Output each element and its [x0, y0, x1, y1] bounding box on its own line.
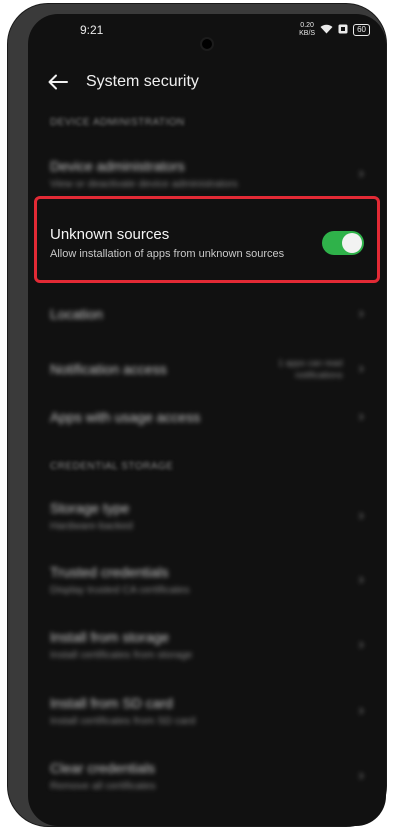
row-subtitle: Hardware-backed — [50, 520, 133, 532]
back-arrow-icon — [48, 74, 68, 90]
usage-access-row[interactable]: Apps with usage access › — [28, 402, 386, 432]
row-label: Storage type — [50, 500, 130, 516]
status-time: 9:21 — [80, 23, 104, 37]
clear-credentials-row[interactable]: Clear credentials Remove all certificate… — [28, 756, 386, 796]
battery-icon: 60 — [353, 24, 370, 36]
row-label: Device administrators — [50, 158, 185, 174]
row-subtitle: Install certificates from SD card — [50, 715, 196, 727]
chevron-right-icon: › — [358, 360, 364, 377]
chevron-right-icon: › — [358, 408, 364, 425]
row-label: Notification access — [50, 361, 167, 377]
notification-access-row[interactable]: Notification access 1 apps can read noti… — [28, 349, 386, 389]
phone-frame: 9:21 0.20 KB/S 60 System security DEVICE… — [8, 4, 386, 826]
row-label: Apps with usage access — [50, 409, 201, 425]
storage-type-row[interactable]: Storage type Hardware-backed › — [28, 496, 386, 536]
trusted-credentials-row[interactable]: Trusted credentials Display trusted CA c… — [28, 560, 386, 600]
row-subtitle: Install certificates from storage — [50, 649, 193, 661]
back-button[interactable] — [44, 68, 72, 96]
row-label: Install from SD card — [50, 695, 173, 711]
install-from-storage-row[interactable]: Install from storage Install certificate… — [28, 625, 386, 665]
chevron-right-icon: › — [358, 305, 364, 322]
row-subtitle: Remove all certificates — [50, 780, 156, 792]
chevron-right-icon: › — [358, 571, 364, 588]
chevron-right-icon: › — [358, 636, 364, 653]
value-line-1: 1 apps can read — [278, 358, 343, 368]
net-speed: 0.20 KB/S — [299, 22, 315, 38]
page-title: System security — [86, 73, 199, 90]
app-bar: System security — [28, 66, 386, 98]
chevron-right-icon: › — [358, 165, 364, 182]
net-speed-unit: KB/S — [299, 30, 316, 37]
chevron-right-icon: › — [358, 767, 364, 784]
screen: 9:21 0.20 KB/S 60 System security DEVICE… — [28, 14, 386, 826]
row-label: Install from storage — [50, 629, 170, 645]
row-label: Location — [50, 306, 103, 322]
front-camera — [202, 39, 212, 49]
status-icons: 0.20 KB/S 60 — [299, 22, 370, 38]
notification-square-icon — [338, 24, 348, 36]
wifi-icon — [320, 24, 333, 36]
chevron-right-icon: › — [358, 507, 364, 524]
row-subtitle: View or deactivate device administrators — [50, 178, 238, 190]
row-label: Clear credentials — [50, 760, 156, 776]
row-subtitle: Display trusted CA certificates — [50, 584, 190, 596]
chevron-right-icon: › — [358, 702, 364, 719]
section-header-credentials: CREDENTIAL STORAGE — [50, 461, 174, 472]
row-label: Trusted credentials — [50, 564, 169, 580]
value-line-2: notifications — [295, 370, 343, 380]
notification-access-value: 1 apps can read notifications — [278, 357, 343, 381]
location-row[interactable]: Location › — [28, 299, 386, 329]
highlight-box — [34, 196, 380, 283]
device-administrators-row[interactable]: Device administrators View or deactivate… — [28, 154, 386, 194]
section-header-device-admin: DEVICE ADMINISTRATION — [50, 117, 185, 128]
net-speed-value: 0.20 — [300, 22, 314, 29]
install-from-sd-row[interactable]: Install from SD card Install certificate… — [28, 691, 386, 731]
